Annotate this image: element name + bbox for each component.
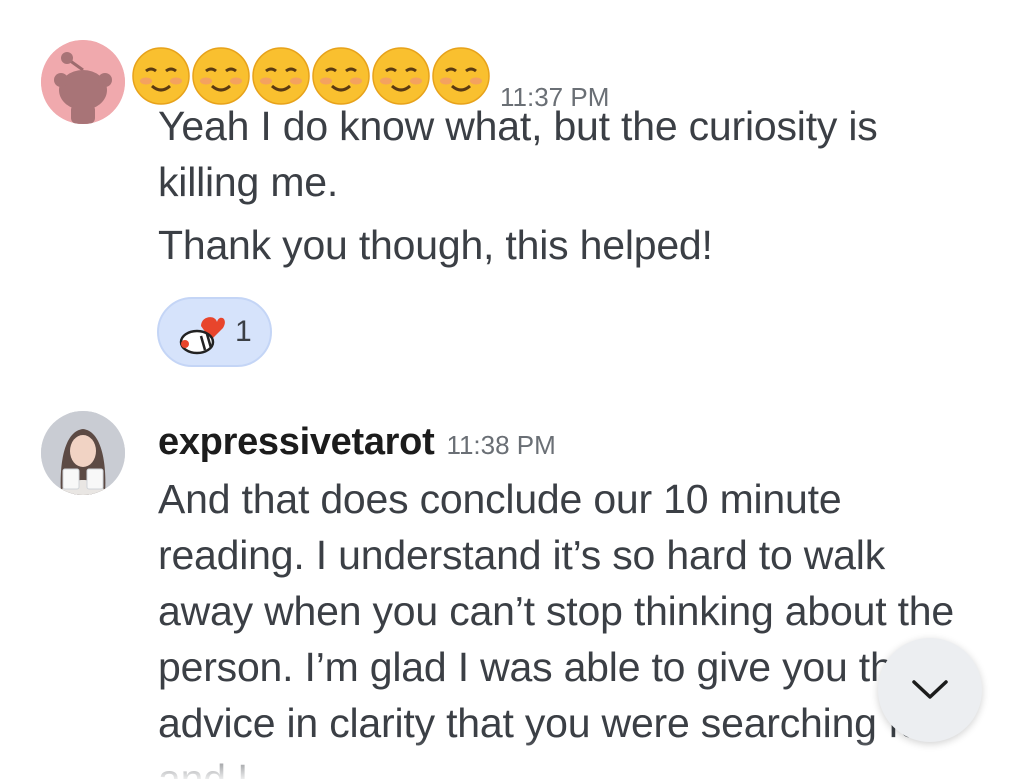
emoji-cover — [128, 46, 490, 106]
smiling-face-icon — [192, 47, 250, 105]
smiling-face-icon — [312, 47, 370, 105]
chat-thread: 11:37 PM Yeah I do know what, but the cu… — [0, 0, 1024, 779]
reaction-count: 1 — [235, 315, 252, 348]
message-line: Yeah I do know what, but the curiosity i… — [158, 103, 878, 205]
user-photo-avatar[interactable] — [41, 411, 125, 495]
smiling-face-icon — [132, 47, 190, 105]
smiling-face-icon — [252, 47, 310, 105]
reddit-snoo-avatar[interactable] — [41, 40, 125, 124]
chevron-down-icon — [912, 680, 948, 699]
message-line: And that does conclude our 10 minute rea… — [158, 476, 954, 779]
username-obscured[interactable] — [128, 46, 490, 106]
message-text: Yeah I do know what, but the curiosity i… — [158, 98, 968, 210]
message-text: Thank you though, this helped! — [158, 217, 968, 273]
message-timestamp: 11:38 PM — [446, 430, 556, 460]
snoo-heart-reaction-icon — [179, 317, 225, 355]
message-header: expressivetarot 11:38 PM — [158, 421, 556, 464]
smiling-face-icon — [432, 47, 490, 105]
scroll-to-bottom-button[interactable] — [878, 638, 982, 742]
message-text: And that does conclude our 10 minute rea… — [158, 471, 968, 779]
smiling-face-icon — [372, 47, 430, 105]
message-line: Thank you though, this helped! — [158, 222, 713, 268]
username[interactable]: expressivetarot — [158, 421, 435, 464]
reaction-pill[interactable]: 1 — [157, 297, 272, 367]
